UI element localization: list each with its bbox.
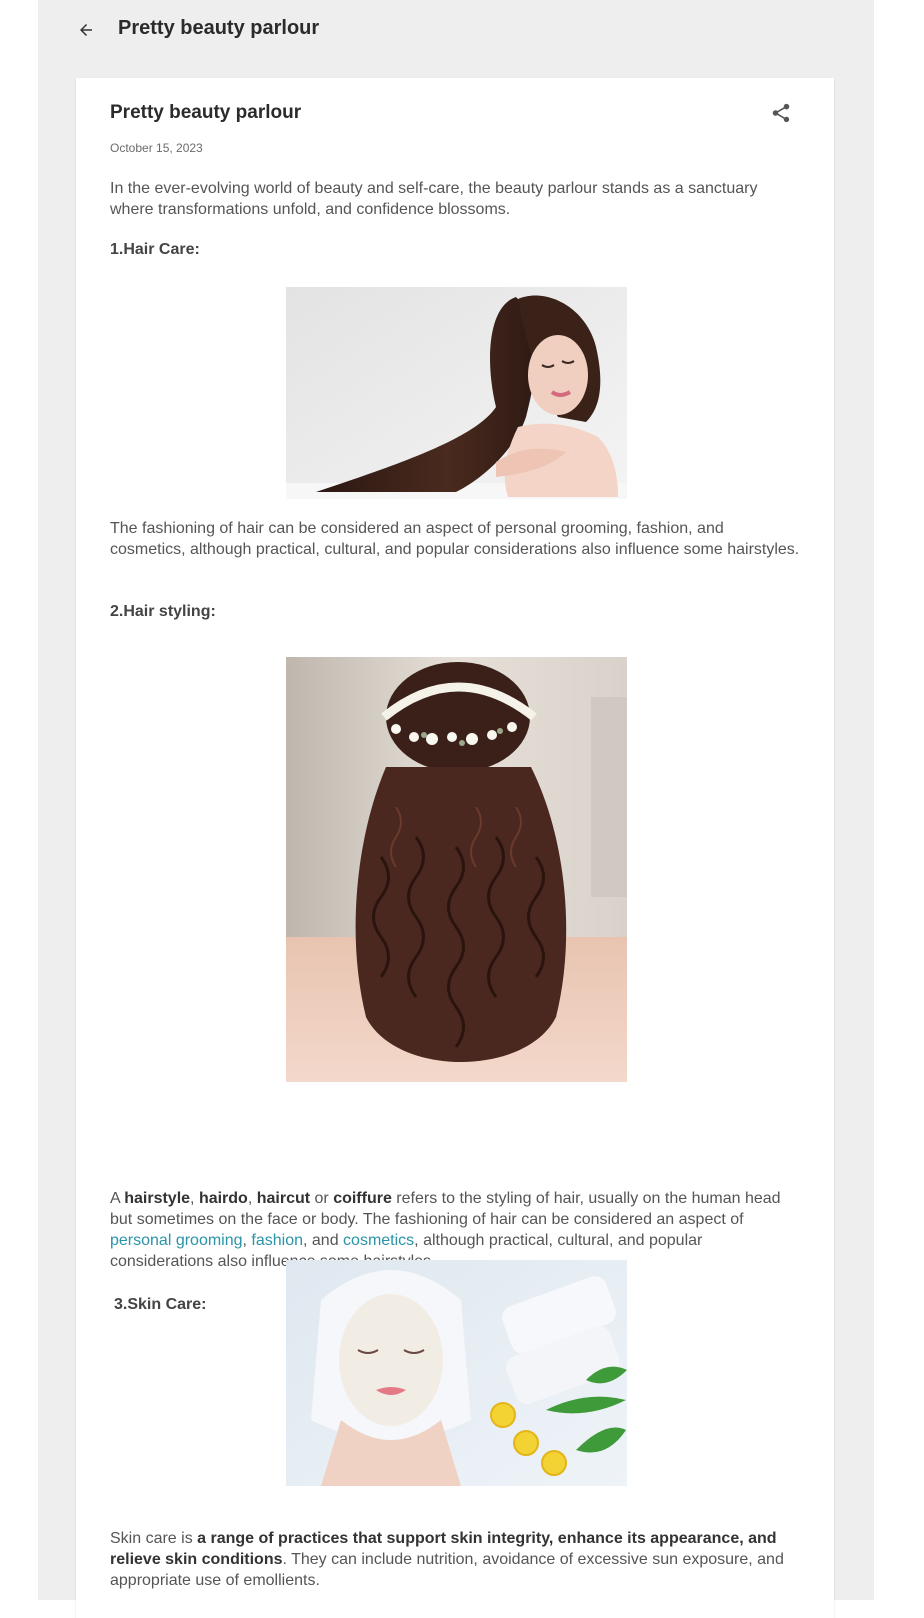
post-date: October 15, 2023	[110, 141, 203, 155]
bold-term-hairstyle: hairstyle	[124, 1190, 191, 1207]
hair-care-image	[286, 287, 627, 499]
intro-paragraph: In the ever-evolving world of beauty and…	[110, 180, 758, 218]
arrow-back-icon	[80, 24, 92, 36]
bold-term-haircut: haircut	[256, 1190, 311, 1207]
post-title: Pretty beauty parlour	[110, 102, 302, 123]
text-run: or	[310, 1190, 334, 1207]
back-button[interactable]	[72, 16, 100, 44]
section-heading-hair-care: 1.Hair Care:	[110, 241, 200, 258]
bold-term-hairdo: hairdo	[198, 1190, 248, 1207]
text-run: , and	[303, 1232, 344, 1249]
skin-care-image	[286, 1260, 627, 1486]
skin-care-paragraph: Skin care is a range of practices that s…	[110, 1528, 800, 1591]
section-heading-skin-care: 3.Skin Care:	[114, 1296, 207, 1313]
hair-care-paragraph: The fashioning of hair can be considered…	[110, 520, 800, 558]
link-fashion[interactable]: fashion	[251, 1232, 303, 1249]
share-button[interactable]	[768, 100, 794, 126]
text-run: ,	[247, 1190, 257, 1207]
app-bar-title: Pretty beauty parlour	[118, 17, 320, 39]
post-card: Pretty beauty parlour October 15, 2023 I…	[76, 78, 834, 1618]
bold-term-coiffure: coiffure	[333, 1190, 392, 1207]
share-icon	[772, 103, 790, 123]
text-run: ,	[190, 1190, 199, 1207]
link-personal-grooming[interactable]: personal grooming	[110, 1232, 243, 1249]
text-run: A	[110, 1190, 125, 1207]
text-run: Skin care is	[110, 1530, 198, 1547]
app-shell: Pretty beauty parlour Pretty beauty parl…	[38, 0, 874, 1618]
link-cosmetics[interactable]: cosmetics	[343, 1232, 414, 1249]
section-heading-hair-styling: 2.Hair styling:	[110, 603, 216, 620]
hair-styling-image	[286, 657, 627, 1082]
top-app-bar: Pretty beauty parlour	[38, 0, 874, 62]
